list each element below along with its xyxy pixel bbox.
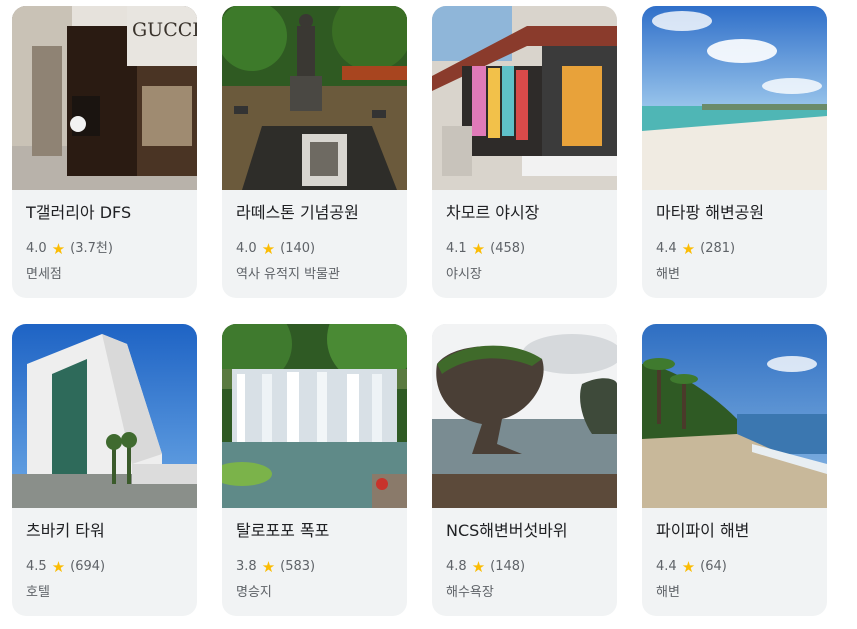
place-card[interactable]: NCS해변버섯바위 4.8 ★ (148) 해수욕장 <box>432 324 617 616</box>
place-card[interactable]: 라떼스톤 기념공원 4.0 ★ (140) 역사 유적지 박물관 <box>222 6 407 298</box>
star-icon: ★ <box>681 558 696 576</box>
rating-row: 3.8 ★ (583) <box>236 558 393 576</box>
palm-beach-photo[interactable] <box>642 324 827 508</box>
place-category: 해변 <box>656 267 680 282</box>
review-count: (583) <box>280 559 316 574</box>
star-icon: ★ <box>51 240 66 258</box>
rating-value: 4.5 <box>26 559 47 574</box>
rating-value: 3.8 <box>236 559 257 574</box>
star-icon: ★ <box>261 558 276 576</box>
gucci-store-photo[interactable]: GUCCI <box>12 6 197 190</box>
review-count: (140) <box>280 241 316 256</box>
rating-value: 4.1 <box>446 241 467 256</box>
market-stall-photo[interactable] <box>432 6 617 190</box>
rating-row: 4.8 ★ (148) <box>446 558 603 576</box>
place-category: 해변 <box>656 585 680 600</box>
gucci-sign-text: GUCCI <box>132 19 197 41</box>
place-card[interactable]: 마타팡 해변공원 4.4 ★ (281) 해변 <box>642 6 827 298</box>
place-name[interactable]: 라떼스톤 기념공원 <box>236 202 393 224</box>
statue-park-photo[interactable] <box>222 6 407 190</box>
rating-row: 4.4 ★ (64) <box>656 558 813 576</box>
hotel-tower-photo[interactable] <box>12 324 197 508</box>
place-name[interactable]: 마타팡 해변공원 <box>656 202 813 224</box>
place-category: 명승지 <box>236 585 272 600</box>
review-count: (3.7천) <box>70 241 113 256</box>
place-name[interactable]: 츠바키 타워 <box>26 520 183 542</box>
rating-value: 4.0 <box>236 241 257 256</box>
place-name[interactable]: 차모르 야시장 <box>446 202 603 224</box>
rating-row: 4.0 ★ (140) <box>236 240 393 258</box>
place-category: 해수욕장 <box>446 585 494 600</box>
star-icon: ★ <box>51 558 66 576</box>
rating-value: 4.0 <box>26 241 47 256</box>
place-card[interactable]: 파이파이 해변 4.4 ★ (64) 해변 <box>642 324 827 616</box>
rating-row: 4.0 ★ (3.7천) <box>26 240 183 258</box>
rating-row: 4.5 ★ (694) <box>26 558 183 576</box>
rating-row: 4.1 ★ (458) <box>446 240 603 258</box>
star-icon: ★ <box>681 240 696 258</box>
place-category: 면세점 <box>26 267 62 282</box>
rating-row: 4.4 ★ (281) <box>656 240 813 258</box>
places-grid: GUCCI T갤러리아 DFS 4.0 ★ (3.7천) 면세점 라떼스톤 기념… <box>12 6 827 616</box>
review-count: (64) <box>700 559 727 574</box>
place-category: 야시장 <box>446 267 482 282</box>
place-name[interactable]: NCS해변버섯바위 <box>446 520 603 542</box>
mushroom-rock-photo[interactable] <box>432 324 617 508</box>
place-card[interactable]: 차모르 야시장 4.1 ★ (458) 야시장 <box>432 6 617 298</box>
place-card[interactable]: 탈로포포 폭포 3.8 ★ (583) 명승지 <box>222 324 407 616</box>
review-count: (148) <box>490 559 526 574</box>
star-icon: ★ <box>471 558 486 576</box>
place-card[interactable]: GUCCI T갤러리아 DFS 4.0 ★ (3.7천) 면세점 <box>12 6 197 298</box>
place-name[interactable]: 탈로포포 폭포 <box>236 520 393 542</box>
beach-photo[interactable] <box>642 6 827 190</box>
review-count: (281) <box>700 241 736 256</box>
review-count: (694) <box>70 559 106 574</box>
rating-value: 4.8 <box>446 559 467 574</box>
rating-value: 4.4 <box>656 559 677 574</box>
place-name[interactable]: T갤러리아 DFS <box>26 202 183 224</box>
waterfall-photo[interactable] <box>222 324 407 508</box>
place-category: 역사 유적지 박물관 <box>236 267 340 282</box>
place-card[interactable]: 츠바키 타워 4.5 ★ (694) 호텔 <box>12 324 197 616</box>
place-category: 호텔 <box>26 585 50 600</box>
rating-value: 4.4 <box>656 241 677 256</box>
place-name[interactable]: 파이파이 해변 <box>656 520 813 542</box>
review-count: (458) <box>490 241 526 256</box>
star-icon: ★ <box>261 240 276 258</box>
star-icon: ★ <box>471 240 486 258</box>
